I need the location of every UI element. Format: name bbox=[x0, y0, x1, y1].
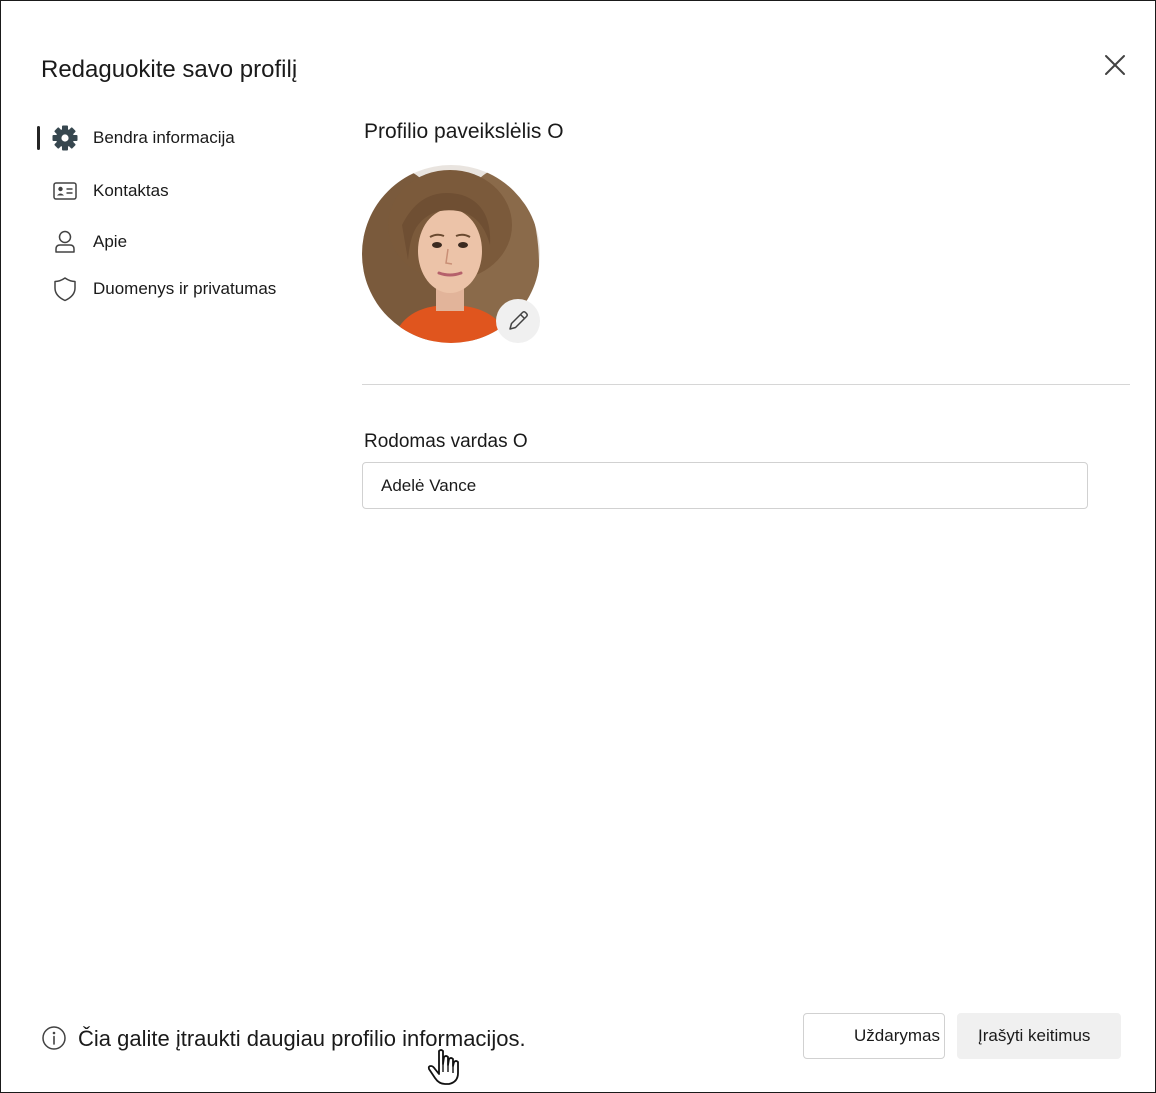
sidebar-item-label: Apie bbox=[93, 232, 128, 251]
sidebar-item-label: Bendra informacija bbox=[93, 128, 235, 147]
person-icon bbox=[55, 230, 75, 253]
active-indicator bbox=[37, 126, 40, 150]
sidebar-item-label: Duomenys ir privatumas bbox=[93, 279, 277, 298]
profile-photo-heading: Profilio paveikslėlis O bbox=[364, 120, 564, 143]
section-divider bbox=[362, 384, 1130, 385]
close-icon bbox=[1105, 55, 1125, 75]
save-changes-button[interactable]: Įrašyti keitimus bbox=[957, 1013, 1121, 1059]
sidebar-item-about[interactable]: Apie bbox=[37, 226, 327, 258]
dialog-title: Redaguokite savo profilį bbox=[41, 56, 298, 83]
edit-profile-dialog: Redaguokite savo profilį Bendra informac… bbox=[0, 0, 1156, 1093]
sidebar-item-general[interactable]: Bendra informacija bbox=[37, 122, 327, 154]
sidebar-item-label: Kontaktas bbox=[93, 181, 169, 200]
shield-icon bbox=[54, 277, 76, 302]
sidebar-item-data-privacy[interactable]: Duomenys ir privatumas bbox=[37, 273, 327, 305]
contact-card-icon bbox=[53, 182, 77, 200]
display-name-input[interactable] bbox=[362, 462, 1088, 509]
close-button[interactable] bbox=[1101, 51, 1129, 79]
display-name-label: Rodomas vardas O bbox=[364, 431, 528, 452]
info-message: Čia galite įtraukti daugiau profilio inf… bbox=[78, 1026, 526, 1051]
gear-icon bbox=[52, 125, 78, 151]
info-icon bbox=[42, 1026, 66, 1050]
pencil-icon bbox=[509, 311, 528, 330]
hand-cursor-icon bbox=[427, 1049, 459, 1085]
edit-photo-button[interactable] bbox=[496, 299, 540, 343]
sidebar-item-contact[interactable]: Kontaktas bbox=[37, 175, 327, 207]
close-dialog-button[interactable]: Uždarymas bbox=[803, 1013, 945, 1059]
